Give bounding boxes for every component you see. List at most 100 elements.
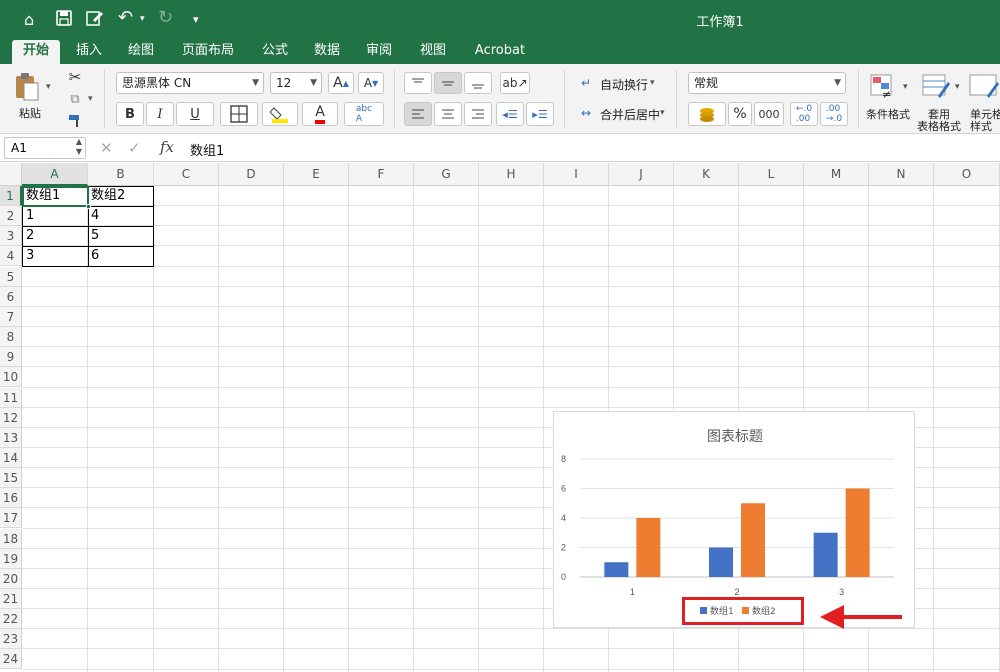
font-name-select[interactable]: 思源黑体 CN ▼ [116,72,264,94]
accounting-format-icon[interactable] [688,102,726,126]
wrap-text-button[interactable]: 自动换行 [600,76,648,93]
row-header-16[interactable]: 16 [0,488,22,509]
tab-page-layout[interactable]: 页面布局 [172,40,244,64]
tab-acrobat[interactable]: Acrobat [468,40,532,64]
align-bottom-icon[interactable] [464,72,492,94]
column-header-a[interactable]: A [22,163,88,186]
save-icon[interactable] [56,10,72,30]
comma-style-button[interactable]: 000 [754,102,784,126]
table-format-icon[interactable] [918,72,954,102]
chevron-down-icon[interactable]: ▾ [903,82,908,92]
formula-input[interactable]: 数组1 [190,140,224,159]
font-size-select[interactable]: 12 ▼ [270,72,322,94]
row-header-1[interactable]: 1 [0,186,22,206]
row-header-21[interactable]: 21 [0,589,22,609]
column-header-b[interactable]: B [88,163,154,186]
undo-icon[interactable]: ↶ [118,7,133,28]
chevron-down-icon[interactable]: ▾ [660,108,665,118]
row-header-8[interactable]: 8 [0,327,22,348]
chevron-down-icon[interactable]: ▾ [650,78,655,88]
row-header-20[interactable]: 20 [0,568,22,589]
font-color-icon[interactable]: A [302,102,338,126]
tab-data[interactable]: 数据 [306,40,348,64]
row-header-17[interactable]: 17 [0,508,22,529]
underline-button[interactable]: U [176,102,214,126]
row-header-22[interactable]: 22 [0,609,22,630]
column-header-e[interactable]: E [284,163,349,186]
percent-button[interactable]: % [728,102,752,126]
align-left-icon[interactable] [404,102,432,126]
select-all-corner[interactable] [0,163,22,186]
row-header-13[interactable]: 13 [0,427,22,448]
paste-dropdown-icon[interactable]: ▾ [46,82,51,92]
format-painter-icon[interactable] [66,112,84,130]
column-header-l[interactable]: L [739,163,804,186]
column-header-m[interactable]: M [804,163,869,186]
column-header-k[interactable]: K [674,163,739,186]
number-format-select[interactable]: 常规 ▼ [688,72,846,94]
borders-icon[interactable] [220,102,258,126]
row-header-19[interactable]: 19 [0,548,22,569]
confirm-icon[interactable]: ✓ [128,139,141,157]
increase-font-size-icon[interactable]: A ▲ [328,72,354,94]
increase-indent-icon[interactable]: ▸☰ [526,102,554,126]
column-header-n[interactable]: N [869,163,934,186]
column-header-i[interactable]: I [544,163,609,186]
row-header-9[interactable]: 9 [0,347,22,368]
column-header-o[interactable]: O [934,163,1000,186]
column-header-h[interactable]: H [479,163,544,186]
column-header-f[interactable]: F [349,163,414,186]
cell-style-icon[interactable] [968,72,1000,102]
align-middle-icon[interactable] [434,72,462,94]
row-header-18[interactable]: 18 [0,528,22,549]
tab-insert[interactable]: 插入 [68,40,110,64]
align-right-icon[interactable] [464,102,492,126]
fill-color-icon[interactable] [262,102,298,126]
copy-dropdown-icon[interactable]: ▾ [88,94,93,104]
chart[interactable]: 图表标题 0 2 4 6 8 1 2 3 数组1 数组2 [553,411,915,628]
row-header-7[interactable]: 7 [0,306,22,327]
paste-icon[interactable] [12,70,42,104]
cancel-icon[interactable]: ✕ [100,139,113,157]
decrease-font-size-icon[interactable]: A ▼ [358,72,384,94]
row-header-23[interactable]: 23 [0,629,22,650]
worksheet-grid[interactable]: A B C D E F G H I J K L M N O 1 2 3 4 5 6 7 8 9 10 11 12 13 14 15 16 17… [0,163,1000,672]
row-header-2[interactable]: 2 [0,206,22,227]
undo-dropdown-icon[interactable]: ▾ [140,14,145,34]
tab-draw[interactable]: 绘图 [120,40,162,64]
column-header-j[interactable]: J [609,163,674,186]
row-header-14[interactable]: 14 [0,447,22,468]
row-header-11[interactable]: 11 [0,387,22,408]
row-header-6[interactable]: 6 [0,286,22,307]
italic-button[interactable]: I [146,102,174,126]
copy-icon[interactable]: ⧉ [66,90,84,108]
chevron-down-icon[interactable]: ▾ [955,82,960,92]
phonetic-icon[interactable]: abc A [344,102,384,126]
home-icon[interactable]: ⌂ [24,10,34,30]
align-top-icon[interactable] [404,72,432,94]
row-header-24[interactable]: 24 [0,649,22,670]
name-box-stepper-icon[interactable]: ▲ ▼ [76,137,82,157]
bold-button[interactable]: B [116,102,144,126]
row-header-3[interactable]: 3 [0,226,22,247]
tab-formulas[interactable]: 公式 [254,40,296,64]
align-center-icon[interactable] [434,102,462,126]
row-header-15[interactable]: 15 [0,468,22,489]
conditional-format-icon[interactable]: ≠ [866,72,902,102]
edit-document-icon[interactable] [86,10,104,30]
fill-handle[interactable] [86,204,91,209]
column-header-g[interactable]: G [414,163,479,186]
decrease-decimal-icon[interactable]: .00 →.0 [820,102,848,126]
column-header-d[interactable]: D [219,163,284,186]
cut-icon[interactable]: ✂ [66,68,84,86]
tab-home[interactable]: 开始 [12,40,60,64]
row-header-5[interactable]: 5 [0,266,22,287]
column-header-c[interactable]: C [154,163,219,186]
increase-decimal-icon[interactable]: ←.0.00 [790,102,818,126]
insert-function-icon[interactable]: fx [160,138,174,156]
row-header-4[interactable]: 4 [0,246,22,267]
row-header-10[interactable]: 10 [0,367,22,388]
row-header-12[interactable]: 12 [0,407,22,428]
merge-center-button[interactable]: 合并后居中 [600,106,660,123]
orientation-icon[interactable]: ab↗ [500,72,530,94]
